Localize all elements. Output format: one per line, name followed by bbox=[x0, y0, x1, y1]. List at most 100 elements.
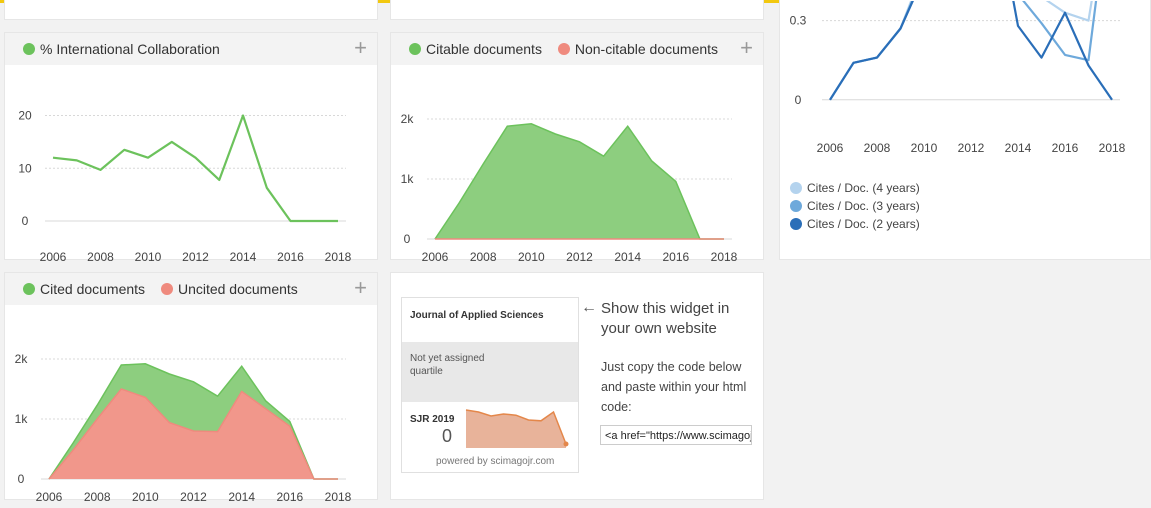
chart-legend: Citable documents Non-citable documents bbox=[409, 41, 730, 58]
x-tick-label: 2016 bbox=[276, 490, 303, 501]
x-tick-label: 2008 bbox=[84, 490, 111, 501]
x-tick-label: 2018 bbox=[711, 250, 738, 261]
legend-dot bbox=[790, 218, 802, 230]
legend-item-non-citable[interactable]: Non-citable documents bbox=[557, 41, 719, 57]
x-tick-label: 2010 bbox=[518, 250, 545, 261]
legend-label: Cited documents bbox=[40, 281, 146, 297]
widget-embed-code-input[interactable]: <a href="https://www.scimagojr.com bbox=[600, 425, 752, 445]
series-cites-doc-2-years--line bbox=[829, 1, 1113, 101]
y-tick-label: 2k bbox=[401, 112, 415, 126]
widget-quartile-text: Not yet assigned quartile bbox=[410, 353, 485, 377]
legend-dot bbox=[409, 43, 421, 55]
card-cited-documents: Cited documents Uncited documents + 0 1k 2… bbox=[4, 272, 378, 501]
card-partial-middle bbox=[390, 0, 764, 20]
widget-instructions: Just copy the code below and paste withi… bbox=[601, 360, 747, 414]
expand-plus-icon[interactable]: + bbox=[354, 36, 367, 60]
legend-dot bbox=[557, 43, 570, 55]
sjr-widget-preview[interactable]: Journal of Applied Sciences Not yet assi… bbox=[401, 297, 579, 473]
legend-item-uncited[interactable]: Uncited documents bbox=[160, 281, 298, 297]
card-header: Cited documents Uncited documents + bbox=[5, 273, 377, 305]
legend-dot bbox=[790, 200, 802, 212]
x-tick-label: 2008 bbox=[470, 250, 497, 261]
chart-legend: Cited documents Uncited documents bbox=[23, 281, 310, 298]
y-tick-label: 2k bbox=[15, 352, 29, 366]
y-tick-label: 0 bbox=[404, 232, 411, 246]
x-tick-label: 2016 bbox=[277, 250, 304, 261]
legend-item-cites-4y[interactable]: Cites / Doc. (4 years) bbox=[790, 181, 920, 195]
card-citable-documents: Citable documents Non-citable documents … bbox=[390, 32, 764, 261]
y-tick-label: 0 bbox=[18, 472, 25, 486]
y-tick-label: 1k bbox=[15, 412, 29, 426]
series--international-collaboration-line bbox=[52, 114, 338, 223]
citable-area-chart: 0 1k 2k 2006 2008 2010 2012 2014 2016 2018 bbox=[401, 112, 738, 261]
legend-dot bbox=[23, 43, 35, 55]
x-tick-label: 2012 bbox=[182, 250, 209, 261]
sparkline-end-dot bbox=[563, 441, 569, 447]
chart-legend: % International Collaboration bbox=[23, 41, 232, 58]
card-partial-left bbox=[4, 0, 378, 20]
collab-line-chart: 0 10 20 2006 2008 2010 2012 2014 2016 2018 bbox=[18, 109, 352, 261]
widget-sjr-value: 0 bbox=[442, 426, 453, 446]
card-international-collaboration: % International Collaboration + 0 10 20 200… bbox=[4, 32, 378, 261]
cites-line-chart: 0 0.3 2006 2008 2010 2012 2014 2016 2018 bbox=[790, 1, 1126, 155]
x-tick-label: 2018 bbox=[1099, 141, 1126, 155]
widget-powered-by: powered by scimagojr.com bbox=[436, 456, 555, 467]
x-tick-label: 2006 bbox=[40, 250, 67, 261]
card-cites-per-doc: 0 0.3 2006 2008 2010 2012 2014 2016 2018 Cites /… bbox=[779, 0, 1151, 260]
expand-plus-icon[interactable]: + bbox=[740, 36, 753, 60]
legend-label: Uncited documents bbox=[177, 281, 298, 297]
x-tick-label: 2018 bbox=[325, 490, 352, 501]
expand-plus-icon[interactable]: + bbox=[354, 276, 367, 300]
x-tick-label: 2010 bbox=[135, 250, 162, 261]
x-tick-label: 2008 bbox=[864, 141, 891, 155]
legend-label: Cites / Doc. (4 years) bbox=[807, 181, 920, 195]
y-tick-label: 0.3 bbox=[790, 14, 807, 28]
legend-label: Non-citable documents bbox=[574, 41, 719, 57]
widget-show-title: Show this widget in your own website bbox=[601, 300, 730, 337]
x-tick-label: 2014 bbox=[228, 490, 255, 501]
card-widget: Journal of Applied Sciences Not yet assi… bbox=[390, 272, 764, 500]
legend-label: Citable documents bbox=[426, 41, 542, 57]
legend-item-citable[interactable]: Citable documents bbox=[409, 41, 542, 57]
y-tick-label: 0 bbox=[795, 93, 802, 107]
widget-sjr-label: SJR 2019 bbox=[410, 414, 455, 425]
x-tick-label: 2012 bbox=[180, 490, 207, 501]
legend-dot bbox=[790, 182, 802, 194]
y-tick-label: 20 bbox=[18, 109, 32, 123]
legend-dot bbox=[23, 283, 35, 295]
y-tick-label: 1k bbox=[401, 172, 415, 186]
x-tick-label: 2006 bbox=[36, 490, 63, 501]
y-tick-label: 10 bbox=[18, 161, 32, 175]
legend-item-cites-2y[interactable]: Cites / Doc. (2 years) bbox=[790, 217, 920, 231]
x-tick-label: 2012 bbox=[566, 250, 593, 261]
x-tick-label: 2014 bbox=[230, 250, 257, 261]
widget-quartile-box: Not yet assigned quartile bbox=[402, 342, 578, 402]
x-tick-label: 2014 bbox=[1005, 141, 1032, 155]
card-header: Citable documents Non-citable documents … bbox=[391, 33, 763, 65]
legend-label: Cites / Doc. (3 years) bbox=[807, 199, 920, 213]
chart-plot-group bbox=[829, 1, 1113, 101]
card-header: % International Collaboration + bbox=[5, 33, 377, 65]
x-tick-label: 2006 bbox=[817, 141, 844, 155]
x-tick-label: 2018 bbox=[325, 250, 352, 261]
series-cites-doc-3-years--line bbox=[829, 1, 1098, 101]
x-tick-label: 2008 bbox=[87, 250, 114, 261]
x-tick-label: 2010 bbox=[911, 141, 938, 155]
y-tick-label: 0 bbox=[22, 214, 29, 228]
x-tick-label: 2006 bbox=[422, 250, 449, 261]
x-tick-label: 2014 bbox=[614, 250, 641, 261]
legend-label: % International Collaboration bbox=[40, 41, 220, 57]
legend-dot bbox=[160, 283, 173, 295]
widget-sparkline bbox=[465, 409, 569, 448]
legend-item-cited[interactable]: Cited documents bbox=[23, 281, 145, 297]
legend-item-cites-3y[interactable]: Cites / Doc. (3 years) bbox=[790, 199, 920, 213]
cited-area-chart: 0 1k 2k 2006 2008 2010 2012 2014 2016 2018 bbox=[15, 352, 352, 501]
x-tick-label: 2012 bbox=[958, 141, 985, 155]
series-cites-doc-4-years--line bbox=[829, 1, 1093, 101]
legend-item-collaboration: % International Collaboration bbox=[23, 41, 220, 57]
arrow-left-icon: ← bbox=[581, 299, 597, 316]
x-tick-label: 2016 bbox=[1052, 141, 1079, 155]
widget-journal-title: Journal of Applied Sciences bbox=[410, 310, 544, 321]
x-tick-label: 2016 bbox=[662, 250, 689, 261]
legend-label: Cites / Doc. (2 years) bbox=[807, 217, 920, 231]
